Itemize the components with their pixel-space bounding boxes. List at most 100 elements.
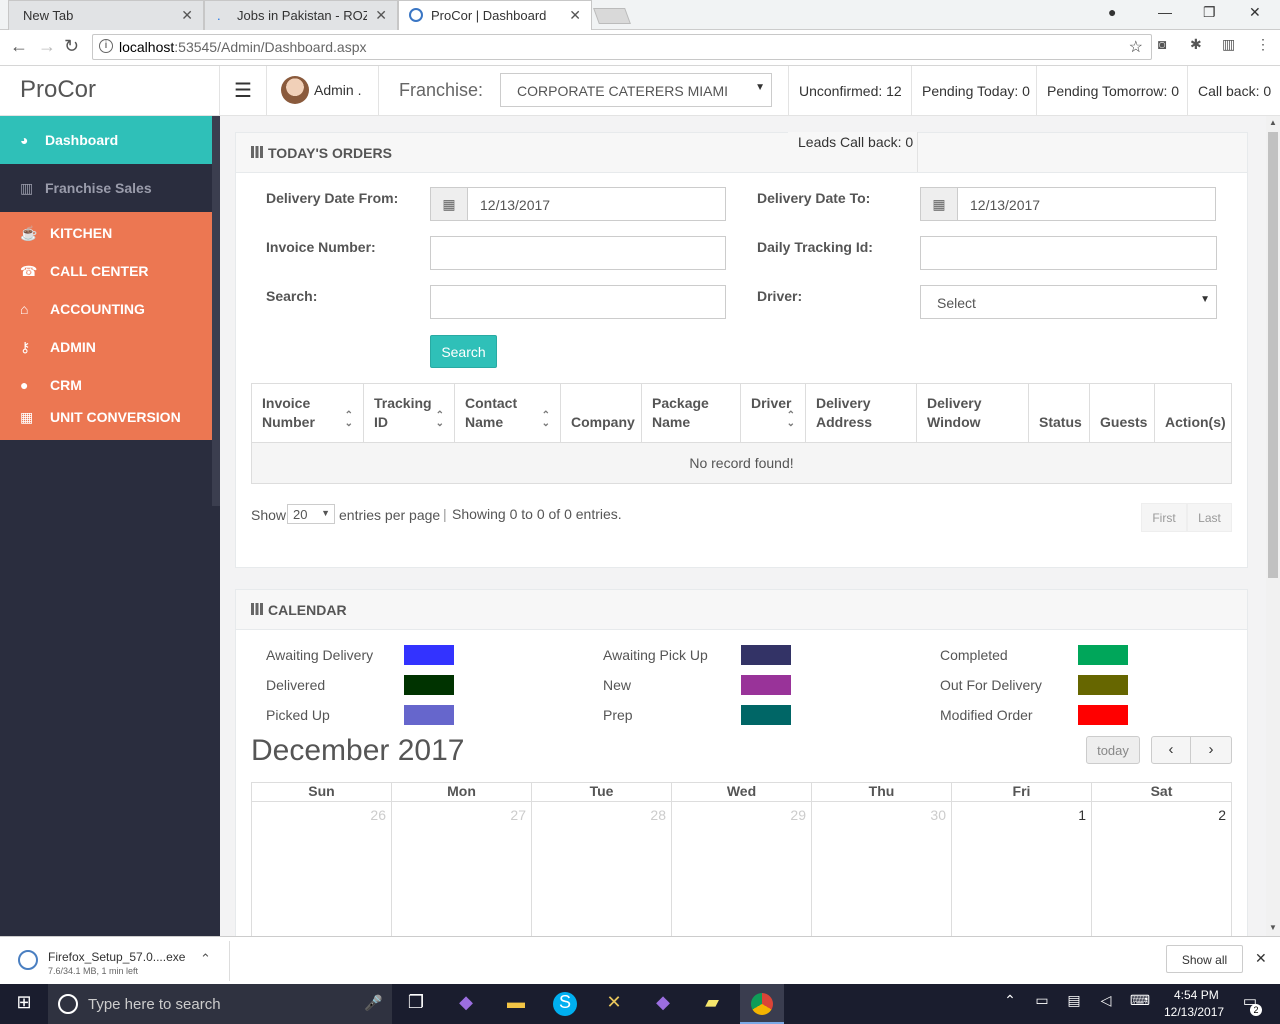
leads-callback-box[interactable]: Leads Call back: 0 xyxy=(788,132,918,172)
brand-logo[interactable]: ProCor xyxy=(0,66,220,116)
sidebar-item-accounting[interactable]: ⌂ ACCOUNTING xyxy=(0,294,220,332)
column-header-contact-name[interactable]: Contact Name ⌃ ⌄ xyxy=(455,384,561,442)
scrollbar-thumb[interactable] xyxy=(1268,132,1278,578)
column-header-tracking-id[interactable]: Tracking ID ⌃ ⌄ xyxy=(364,384,455,442)
calendar-day[interactable]: 26 xyxy=(252,807,386,823)
sidebar-item-dashboard[interactable]: ◕ Dashboard xyxy=(0,116,220,164)
calendar-day[interactable]: 27 xyxy=(392,807,526,823)
keyboard-icon[interactable]: ⌨ xyxy=(1128,992,1152,1016)
favicon-icon xyxy=(409,8,423,22)
driver-select[interactable]: Select ▼ xyxy=(920,285,1217,319)
call-back-count[interactable]: Call back: 0 xyxy=(1198,83,1271,99)
sort-icon[interactable]: ⌃ ⌄ xyxy=(787,411,795,429)
hamburger-menu-icon[interactable]: ☰ xyxy=(234,78,252,103)
chevron-up-icon[interactable]: ⌃ xyxy=(200,951,211,967)
close-icon[interactable]: ✕ xyxy=(569,7,581,24)
invoice-number-field[interactable] xyxy=(430,236,726,270)
volume-icon[interactable]: ◁ xyxy=(1094,992,1118,1016)
download-item[interactable]: Firefox_Setup_57.0....exe 7.6/34.1 MB, 1… xyxy=(10,941,230,981)
sidebar-item-unit-conversion[interactable]: ▦ UNIT CONVERSION xyxy=(0,408,220,440)
scroll-down-icon[interactable]: ▼ xyxy=(1269,923,1277,932)
showing-entries: Showing 0 to 0 of 0 entries. xyxy=(452,506,622,522)
tab-jobs[interactable]: . Jobs in Pakistan - ROZEE ✕ xyxy=(204,0,398,30)
maximize-icon[interactable]: ❐ xyxy=(1203,4,1216,21)
column-header-text: Window xyxy=(927,414,981,430)
task-view-icon[interactable]: ❐ xyxy=(404,992,428,1016)
visual-studio-2-icon[interactable]: ◆ xyxy=(651,992,675,1016)
column-header-company: Company xyxy=(561,384,642,442)
pending-today-count[interactable]: Pending Today: 0 xyxy=(922,83,1030,99)
minimize-icon[interactable]: — xyxy=(1158,4,1172,20)
delivery-to-field[interactable]: 12/13/2017 xyxy=(957,187,1216,221)
last-page-button[interactable]: Last xyxy=(1187,503,1232,532)
file-explorer-icon[interactable]: ▬ xyxy=(504,992,528,1016)
sidebar-item-kitchen[interactable]: ☕ KITCHEN xyxy=(0,218,220,256)
tools-icon[interactable]: ✕ xyxy=(602,992,626,1016)
calendar-day[interactable]: 28 xyxy=(532,807,666,823)
calendar-icon[interactable]: ▦ xyxy=(920,187,958,221)
sort-icon[interactable]: ⌃ ⌄ xyxy=(436,411,444,429)
taskbar-search[interactable]: Type here to search 🎤 xyxy=(48,984,392,1024)
back-icon[interactable]: ← xyxy=(10,36,28,57)
sidebar-item-crm[interactable]: ● CRM xyxy=(0,370,220,408)
show-all-button[interactable]: Show all xyxy=(1166,945,1243,973)
daily-tracking-label: Daily Tracking Id: xyxy=(757,239,873,255)
windows-start-icon[interactable]: ⊞ xyxy=(12,992,36,1016)
column-header-driver[interactable]: Driver ⌃ ⌄ xyxy=(741,384,806,442)
first-page-button[interactable]: First xyxy=(1141,503,1187,532)
calendar-day[interactable]: 1 xyxy=(952,807,1086,823)
no-record-message: No record found! xyxy=(252,442,1231,483)
column-header-invoice-number[interactable]: Invoice Number ⌃ ⌄ xyxy=(252,384,364,442)
battery-icon[interactable]: ▭ xyxy=(1030,992,1054,1016)
window-close-icon[interactable]: ✕ xyxy=(1249,4,1261,21)
page-size-select[interactable]: 20 ▼ xyxy=(287,504,335,524)
menu-dots-icon[interactable]: ⋮ xyxy=(1256,36,1270,53)
clock-time[interactable]: 4:54 PM xyxy=(1174,988,1219,1002)
sidebar-scrollbar[interactable] xyxy=(212,116,220,506)
calendar-icon[interactable]: ▦ xyxy=(430,187,468,221)
sort-icon[interactable]: ⌃ ⌄ xyxy=(345,411,353,429)
daily-tracking-field[interactable] xyxy=(920,236,1217,270)
close-icon[interactable]: ✕ xyxy=(375,7,387,24)
calendar-day[interactable]: 29 xyxy=(672,807,806,823)
sticky-notes-icon[interactable]: ▰ xyxy=(700,992,724,1016)
search-button[interactable]: Search xyxy=(430,335,497,368)
network-icon[interactable]: ▤ xyxy=(1062,992,1086,1016)
tab-new-tab[interactable]: New Tab ✕ xyxy=(8,0,204,30)
page-scrollbar[interactable]: ▲ ▼ xyxy=(1266,116,1280,936)
new-tab-button[interactable] xyxy=(593,8,631,24)
calendar-day[interactable]: 30 xyxy=(812,807,946,823)
chrome-taskbar-button[interactable] xyxy=(740,984,784,1024)
forward-icon[interactable]: → xyxy=(38,36,56,57)
skype-icon[interactable]: S xyxy=(553,992,577,1016)
prev-month-button[interactable]: ‹ xyxy=(1151,736,1191,764)
franchise-select[interactable]: CORPORATE CATERERS MIAMI ▼ xyxy=(500,73,772,107)
clock-date[interactable]: 12/13/2017 xyxy=(1164,1005,1224,1019)
bookmark-manager-icon[interactable]: ▥ xyxy=(1222,36,1235,53)
profile-icon[interactable]: ● xyxy=(1108,4,1116,20)
unconfirmed-count[interactable]: Unconfirmed: 12 xyxy=(799,83,902,99)
sort-icon[interactable]: ⌃ ⌄ xyxy=(542,411,550,429)
reload-icon[interactable]: ↻ xyxy=(64,36,79,57)
delivery-from-field[interactable]: 12/13/2017 xyxy=(467,187,726,221)
tray-chevron-icon[interactable]: ⌃ xyxy=(998,992,1022,1016)
sidebar-item-franchise-sales[interactable]: ▥ Franchise Sales xyxy=(0,164,220,212)
next-month-button[interactable]: › xyxy=(1191,736,1232,764)
sidebar-item-admin[interactable]: ⚷ ADMIN xyxy=(0,332,220,370)
download-bar-close-icon[interactable]: ✕ xyxy=(1255,950,1267,967)
visual-studio-icon[interactable]: ◆ xyxy=(454,992,478,1016)
calendar-day[interactable]: 2 xyxy=(1092,807,1226,823)
camera-icon[interactable]: ◙ xyxy=(1158,36,1166,52)
pending-tomorrow-count[interactable]: Pending Tomorrow: 0 xyxy=(1047,83,1179,99)
avatar[interactable] xyxy=(281,76,309,104)
user-name[interactable]: Admin . xyxy=(314,82,361,98)
url-field[interactable]: i localhost:53545/Admin/Dashboard.aspx ☆ xyxy=(92,34,1152,60)
star-icon[interactable]: ☆ xyxy=(1129,37,1143,57)
close-icon[interactable]: ✕ xyxy=(181,7,193,24)
today-button[interactable]: today xyxy=(1086,736,1140,764)
sidebar-item-call-center[interactable]: ☎ CALL CENTER xyxy=(0,256,220,294)
extension-icon[interactable]: ✱ xyxy=(1190,36,1202,53)
tab-procor[interactable]: ProCor | Dashboard ✕ xyxy=(398,0,592,30)
scroll-up-icon[interactable]: ▲ xyxy=(1269,118,1277,127)
search-input[interactable] xyxy=(430,285,726,319)
